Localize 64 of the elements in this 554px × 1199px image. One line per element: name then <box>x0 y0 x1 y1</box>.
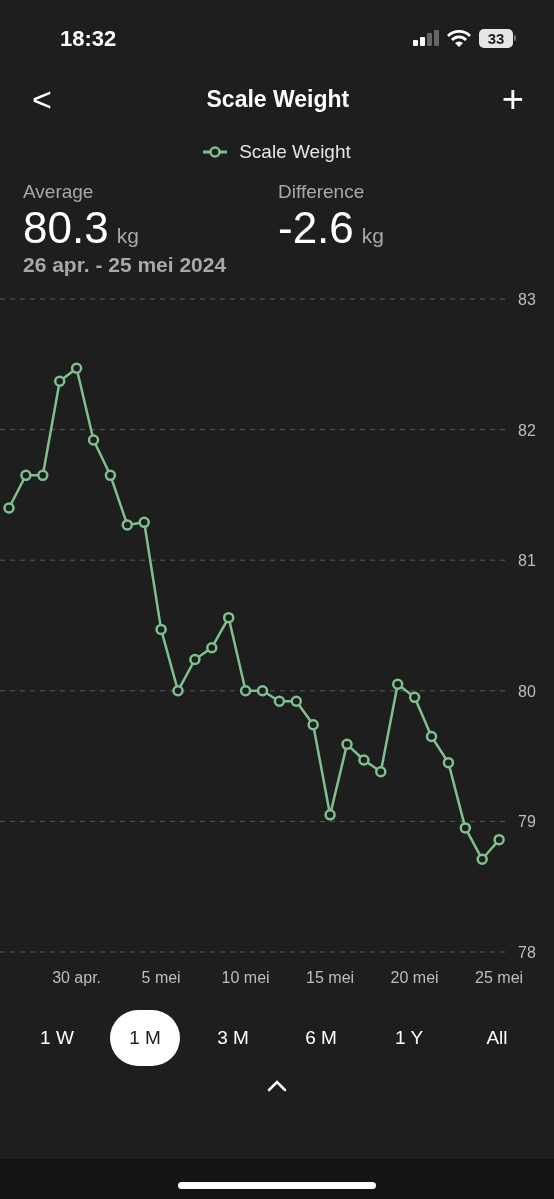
y-axis-label: 78 <box>518 944 536 961</box>
data-point <box>138 516 150 529</box>
status-time: 18:32 <box>60 24 117 53</box>
data-point <box>53 375 66 388</box>
data-point <box>189 653 201 666</box>
x-axis-label: 5 mei <box>141 969 181 986</box>
data-point <box>121 519 134 531</box>
wifi-icon <box>447 29 471 47</box>
signal-icon <box>413 30 439 46</box>
y-axis-label: 80 <box>518 682 536 700</box>
y-axis-label: 79 <box>518 813 536 831</box>
add-button[interactable]: + <box>501 80 524 118</box>
data-point <box>273 695 286 707</box>
data-point <box>172 685 184 697</box>
caret-up-icon <box>267 1080 287 1092</box>
data-point <box>206 641 218 654</box>
data-point <box>408 691 421 704</box>
data-point <box>87 434 100 446</box>
x-axis-label: 15 mei <box>306 969 355 986</box>
y-axis-label: 81 <box>518 552 536 570</box>
y-axis-label: 83 <box>518 291 536 308</box>
x-axis-label: 20 mei <box>390 969 439 986</box>
range-tab[interactable]: 1 W <box>22 1010 92 1066</box>
data-point <box>37 469 49 482</box>
data-point <box>375 766 387 778</box>
stat-unit: kg <box>116 222 139 249</box>
data-point <box>307 719 319 731</box>
x-axis-label: 10 mei <box>221 969 270 986</box>
data-point <box>104 469 117 482</box>
stat-unit: kg <box>361 222 384 249</box>
stat-value: -2.6 <box>278 203 354 252</box>
data-point <box>493 833 505 846</box>
data-point <box>341 738 353 751</box>
back-button[interactable]: < <box>30 82 54 116</box>
x-axis-label: 25 mei <box>475 969 524 986</box>
data-point <box>70 362 83 374</box>
battery-indicator: 33 <box>479 28 516 48</box>
data-point <box>442 756 455 769</box>
legend-label: Scale Weight <box>239 139 351 164</box>
range-tab[interactable]: 3 M <box>198 1010 268 1066</box>
data-point <box>20 469 32 482</box>
data-point <box>239 685 252 697</box>
data-point <box>391 678 404 690</box>
range-tab[interactable]: All <box>462 1010 532 1066</box>
data-point <box>256 685 269 697</box>
data-point <box>425 730 438 743</box>
data-point <box>459 822 472 834</box>
data-point <box>290 695 303 707</box>
data-point <box>476 853 488 865</box>
data-point <box>3 502 15 514</box>
data-point <box>222 611 235 624</box>
stat-label: Average <box>23 180 95 204</box>
stat-value: 80.3 <box>23 203 109 252</box>
data-point <box>324 809 336 821</box>
data-point <box>358 754 370 766</box>
y-axis-label: 82 <box>518 421 536 439</box>
range-tab[interactable]: 1 Y <box>374 1010 444 1066</box>
x-axis-label: 30 apr. <box>52 969 102 986</box>
range-tab[interactable]: 6 M <box>286 1010 356 1066</box>
data-point <box>155 623 167 636</box>
date-range: 26 apr. - 25 mei 2024 <box>23 251 228 278</box>
stat-label: Difference <box>278 180 366 204</box>
page-title: Scale Weight <box>206 84 350 114</box>
range-tab[interactable]: 1 M <box>110 1010 180 1066</box>
